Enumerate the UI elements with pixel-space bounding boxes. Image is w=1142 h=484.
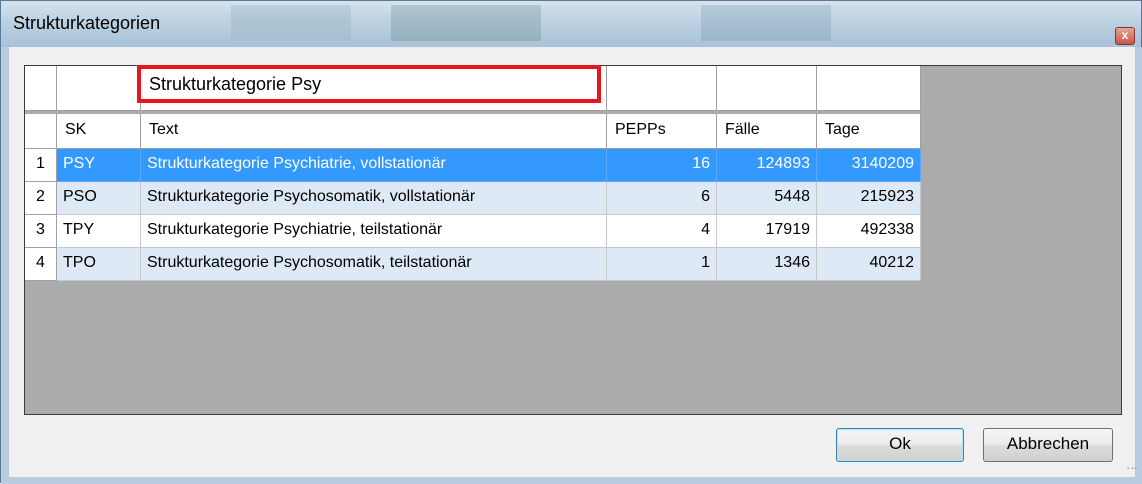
close-icon[interactable]: x <box>1115 27 1135 45</box>
row-header[interactable]: 2 <box>25 182 57 215</box>
column-header-tage[interactable]: Tage <box>817 114 921 149</box>
table-cell-sk[interactable]: PSY <box>57 149 141 182</box>
titlebar-glass-3 <box>701 5 831 41</box>
table-cell-text[interactable]: Strukturkategorie Psychosomatik, teilsta… <box>141 248 607 281</box>
table-cell-sk[interactable]: TPO <box>57 248 141 281</box>
ok-button[interactable]: Ok <box>836 428 964 462</box>
dialog-window: Strukturkategorien x SK Text PEPPs Fälle… <box>0 0 1142 484</box>
window-title: Strukturkategorien <box>13 13 161 33</box>
filter-cell-tage[interactable] <box>817 66 921 111</box>
column-header-sk[interactable]: SK <box>57 114 141 149</box>
filter-cell-sk[interactable] <box>57 66 141 111</box>
filter-cell-faelle[interactable] <box>717 66 817 111</box>
table-cell-faelle[interactable]: 1346 <box>717 248 817 281</box>
table-cell-tage[interactable]: 215923 <box>817 182 921 215</box>
window-frame-left <box>1 47 9 484</box>
titlebar-glass-1 <box>231 5 351 41</box>
table-cell-sk[interactable]: TPY <box>57 215 141 248</box>
table-cell-pepps[interactable]: 4 <box>607 215 717 248</box>
filter-row-header <box>25 66 57 111</box>
row-header[interactable]: 4 <box>25 248 57 281</box>
title-bar[interactable]: Strukturkategorien x <box>1 1 1141 47</box>
table-cell-pepps[interactable]: 6 <box>607 182 717 215</box>
table-cell-pepps[interactable]: 1 <box>607 248 717 281</box>
table-cell-pepps[interactable]: 16 <box>607 149 717 182</box>
table-cell-tage[interactable]: 3140209 <box>817 149 921 182</box>
table-cell-faelle[interactable]: 124893 <box>717 149 817 182</box>
resize-grip-icon[interactable]: ⠠⠤ <box>1123 463 1138 477</box>
table-cell-text[interactable]: Strukturkategorie Psychiatrie, vollstati… <box>141 149 607 182</box>
column-header-faelle[interactable]: Fälle <box>717 114 817 149</box>
row-header[interactable]: 1 <box>25 149 57 182</box>
table-cell-sk[interactable]: PSO <box>57 182 141 215</box>
table-cell-text[interactable]: Strukturkategorie Psychiatrie, teilstati… <box>141 215 607 248</box>
table-cell-faelle[interactable]: 5448 <box>717 182 817 215</box>
table-cell-faelle[interactable]: 17919 <box>717 215 817 248</box>
row-header[interactable]: 3 <box>25 215 57 248</box>
filter-cell-pepps[interactable] <box>607 66 717 111</box>
table-cell-text[interactable]: Strukturkategorie Psychosomatik, vollsta… <box>141 182 607 215</box>
window-frame-right <box>1135 47 1142 484</box>
text-filter-input[interactable] <box>137 65 601 103</box>
column-header-text[interactable]: Text <box>141 114 607 149</box>
titlebar-glass-2 <box>391 5 541 41</box>
table-cell-tage[interactable]: 492338 <box>817 215 921 248</box>
cancel-button[interactable]: Abbrechen <box>983 428 1113 462</box>
header-corner[interactable] <box>25 114 57 149</box>
column-header-pepps[interactable]: PEPPs <box>607 114 717 149</box>
table-cell-tage[interactable]: 40212 <box>817 248 921 281</box>
